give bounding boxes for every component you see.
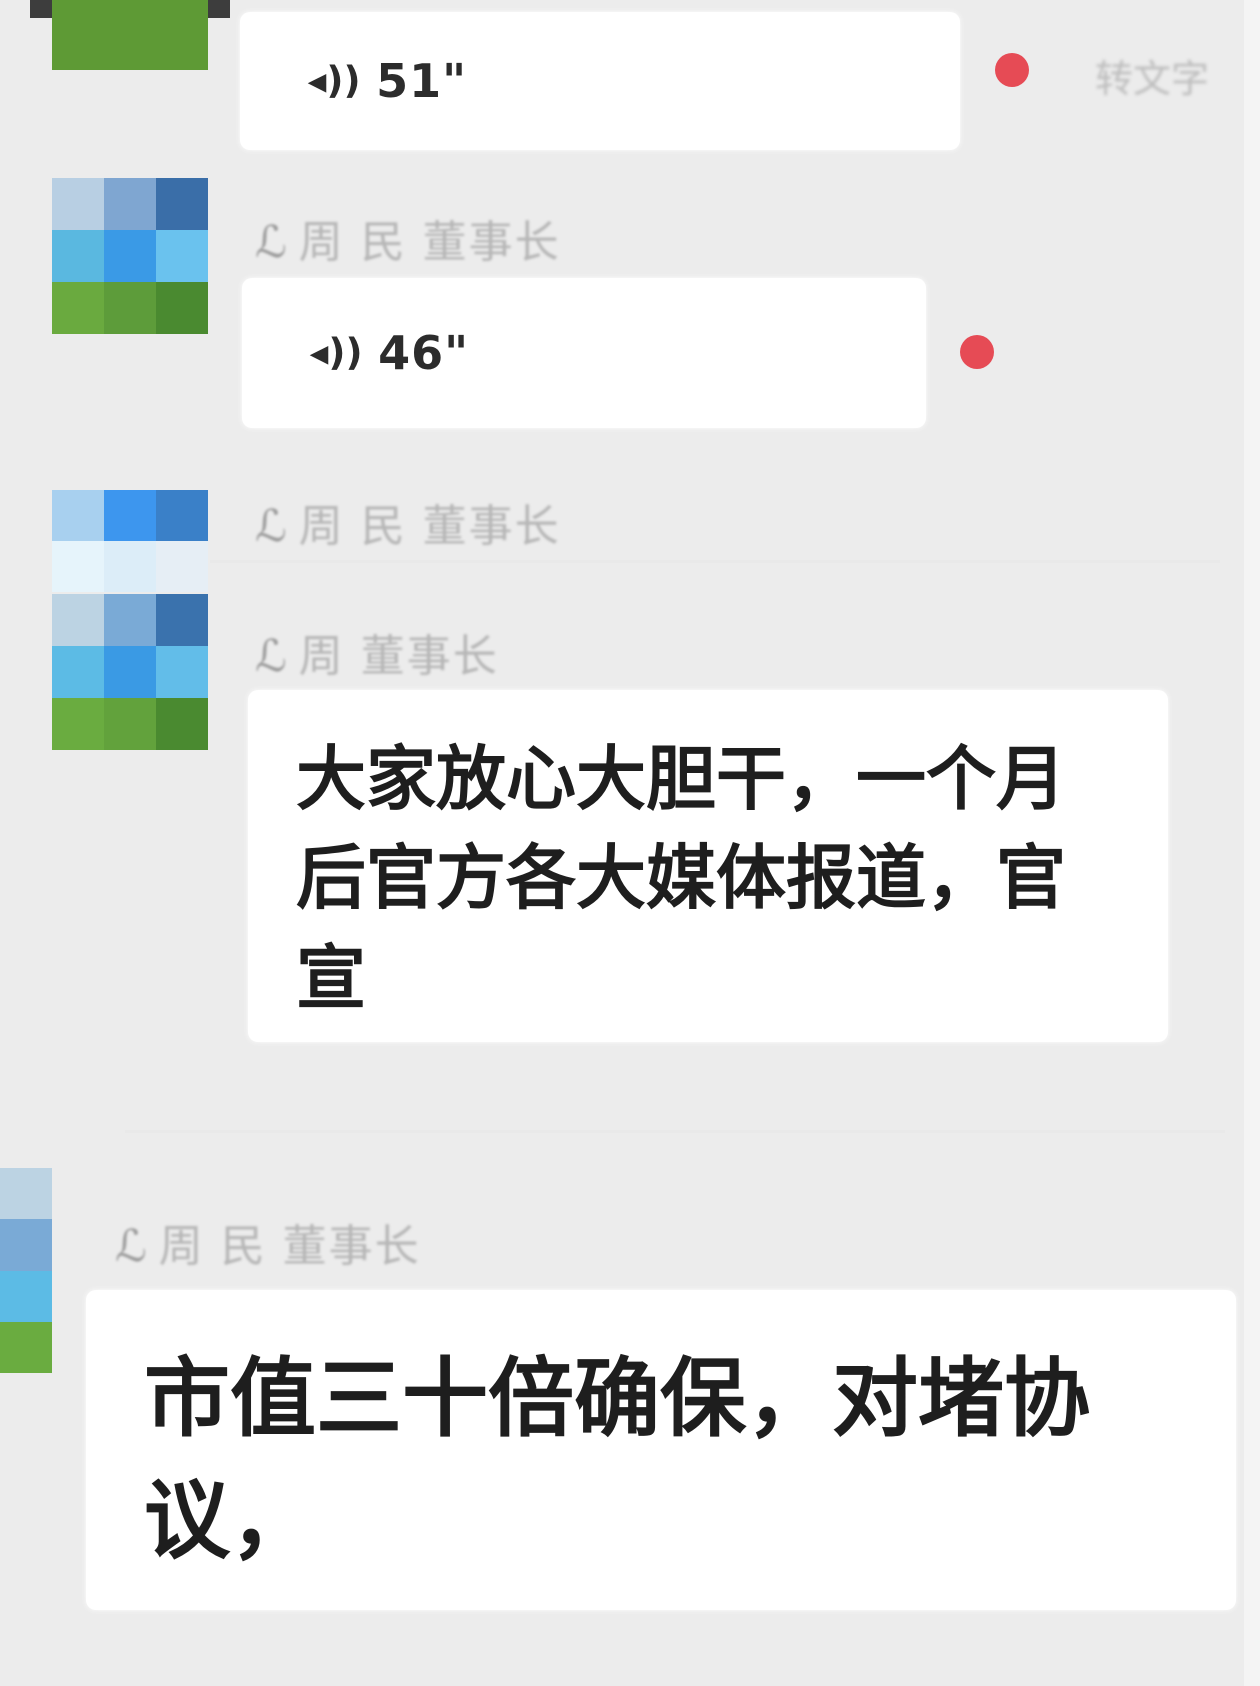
divider xyxy=(210,560,1220,563)
sender-name: ℒ周 民 董事长 xyxy=(255,501,561,552)
voice-wave-icon: ◂)) xyxy=(307,59,361,103)
unread-dot xyxy=(960,335,994,369)
avatar[interactable] xyxy=(0,1168,52,1373)
scrollbar-track[interactable] xyxy=(1244,0,1260,1686)
voice-duration: 51" xyxy=(376,54,468,108)
crown-decoration-icon: ℒ xyxy=(115,1221,149,1272)
avatar[interactable] xyxy=(52,178,208,334)
text-message-bubble[interactable]: 市值三十倍确保，对堵协议， xyxy=(86,1290,1236,1610)
voice-message-bubble[interactable]: ◂)) 51" xyxy=(240,12,960,150)
avatar[interactable] xyxy=(52,594,208,750)
crown-decoration-icon: ℒ xyxy=(255,217,289,268)
avatar[interactable] xyxy=(52,490,208,592)
divider xyxy=(125,1130,1225,1133)
convert-to-text-button[interactable]: 转文字 xyxy=(1095,48,1209,103)
voice-wave-icon: ◂)) xyxy=(309,331,363,375)
message-text: 大家放心大胆干，一个月后官方各大媒体报道，官宣 xyxy=(296,738,1066,1019)
avatar[interactable] xyxy=(52,0,208,70)
sender-name: ℒ周 民 董事长 xyxy=(255,217,561,268)
sender-name: ℒ周 民 董事长 xyxy=(115,1221,421,1272)
unread-dot xyxy=(995,53,1029,87)
crown-decoration-icon: ℒ xyxy=(255,631,289,682)
crown-decoration-icon: ℒ xyxy=(255,501,289,552)
sender-name: ℒ周 董事长 xyxy=(255,631,499,682)
message-text: 市值三十倍确保，对堵协议， xyxy=(144,1349,1090,1572)
text-message-bubble[interactable]: 大家放心大胆干，一个月后官方各大媒体报道，官宣 xyxy=(248,690,1168,1042)
voice-duration: 46" xyxy=(378,326,470,380)
voice-message-bubble[interactable]: ◂)) 46" xyxy=(242,278,926,428)
